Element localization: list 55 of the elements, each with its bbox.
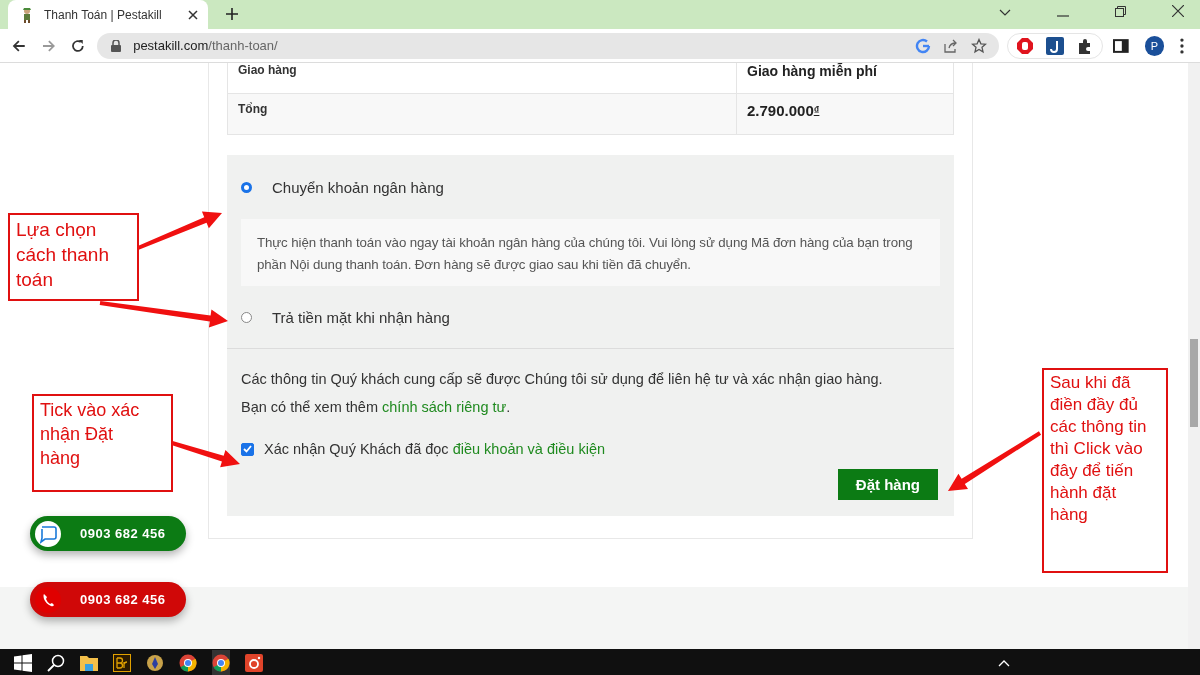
mascot-icon xyxy=(20,6,34,23)
annotation-arrow xyxy=(171,441,240,468)
chrome-icon[interactable] xyxy=(212,649,230,675)
reload-icon[interactable] xyxy=(71,38,86,53)
share-icon[interactable] xyxy=(942,37,959,54)
phone-icon xyxy=(34,585,62,614)
row-value: Giao hàng miễn phí xyxy=(747,63,877,79)
extension-icon[interactable] xyxy=(1045,36,1064,55)
forward-icon[interactable] xyxy=(41,38,56,53)
privacy-policy-link[interactable]: chính sách riêng tư xyxy=(382,399,507,415)
terms-label: Xác nhận Quý Khách đã đọc điều khoản và điều kiện xyxy=(264,441,605,457)
tray-chevron-icon[interactable] xyxy=(998,658,1010,667)
address-bar[interactable]: pestakill.com/thanh-toan/ xyxy=(97,32,999,59)
search-icon[interactable] xyxy=(47,653,65,672)
close-icon[interactable] xyxy=(188,9,198,20)
chrome-icon[interactable] xyxy=(179,653,197,672)
radio-button[interactable] xyxy=(241,181,252,193)
payment-option-label[interactable]: Chuyển khoản ngân hàng xyxy=(272,178,444,196)
more-icon[interactable] xyxy=(1180,37,1185,54)
stop-hand-icon[interactable] xyxy=(1015,36,1034,55)
new-tab-icon[interactable] xyxy=(226,8,238,20)
globe-icon[interactable] xyxy=(146,653,164,672)
annotation-note: Sau khi đã điền đầy đủ các thông tin thì Click vào đây để tiến hành đặt hàng xyxy=(1042,368,1168,573)
lock-icon xyxy=(111,39,122,52)
scrollbar-thumb[interactable] xyxy=(1190,339,1198,427)
phone-button[interactable]: 0903 682 456 xyxy=(30,516,186,551)
scrollbar[interactable] xyxy=(1188,63,1200,649)
close-icon[interactable] xyxy=(1172,5,1184,17)
star-icon[interactable] xyxy=(970,37,987,54)
privacy-notice: Các thông tin Quý khách cung cấp sẽ được Chúng tôi sử dụng để liên hệ tư và xác nhận giao hàng. Bạn có thể xem thêm chính sách riêng tư. xyxy=(241,370,884,417)
terms-checkbox[interactable] xyxy=(241,442,254,456)
folder-icon[interactable] xyxy=(80,654,98,671)
phone-button[interactable]: 0903 682 456 xyxy=(30,582,186,617)
bridge-app-icon[interactable] xyxy=(113,653,131,672)
row-value: 2.790.000$^{₫}$ xyxy=(747,102,820,121)
google-icon[interactable] xyxy=(914,37,931,54)
chevron-down-icon[interactable] xyxy=(999,9,1011,17)
restore-icon[interactable] xyxy=(1115,6,1126,17)
windows-start-icon[interactable] xyxy=(14,653,32,672)
back-icon[interactable] xyxy=(12,38,26,53)
chat-bubble-icon xyxy=(34,519,62,548)
profile-avatar[interactable]: P xyxy=(1144,35,1165,56)
camera-icon[interactable] xyxy=(245,653,263,672)
annotation-note: Tick vào xác nhận Đặt hàng xyxy=(32,394,173,492)
place-order-button[interactable]: Đặt hàng xyxy=(837,469,938,500)
tab-title: Thanh Toán | Pestakill xyxy=(44,7,163,22)
row-label: Tổng xyxy=(238,102,268,118)
payment-option-label[interactable]: Trả tiền mặt khi nhận hàng xyxy=(272,308,450,326)
radio-button[interactable] xyxy=(241,311,252,323)
row-label: Giao hàng xyxy=(238,63,297,77)
browser-tab[interactable]: Thanh Toán | Pestakill xyxy=(8,0,208,29)
annotation-note: Lựa chọn cách thanh toán xyxy=(8,213,139,301)
description-text: Thực hiện thanh toán vào ngay tài khoản ngân hàng của chúng tôi. Vui lòng sử dụng Mã đơn hàng của bạn trong phần Nội dung thanh toán. Đơn hàng sẽ được giao sau khi tiền đã chuyển. xyxy=(257,234,914,274)
terms-link[interactable]: điều khoản và điều kiện xyxy=(452,441,605,457)
side-panel-icon[interactable] xyxy=(1112,37,1129,54)
